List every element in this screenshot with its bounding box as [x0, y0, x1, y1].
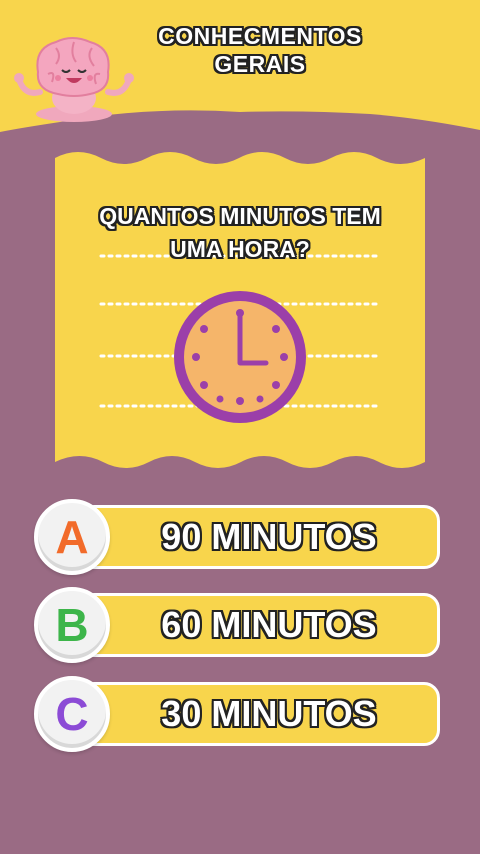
- answer-option-c[interactable]: C 30 MINUTOS: [34, 676, 446, 752]
- answer-c-letter: C: [55, 688, 89, 740]
- question-text: QUANTOS MINUTOS TEM UMA HORA?: [60, 200, 420, 266]
- answer-b-text: 60 MINUTOS: [161, 604, 377, 645]
- answer-a-letter: A: [55, 511, 89, 563]
- answer-b-letter: B: [55, 599, 89, 651]
- answer-a-text: 90 MINUTOS: [161, 516, 377, 557]
- clock-icon: [174, 291, 306, 423]
- title-line-1: CONHECMENTOS: [158, 23, 362, 49]
- answer-c-letter-badge[interactable]: C: [34, 676, 110, 752]
- title-line-2: GERAIS: [214, 51, 306, 77]
- page-title: CONHECMENTOS GERAIS: [100, 22, 420, 78]
- answer-a-letter-badge[interactable]: A: [34, 499, 110, 575]
- answer-c-text: 30 MINUTOS: [161, 693, 377, 734]
- question-line-2: UMA HORA?: [170, 236, 310, 262]
- answer-option-b[interactable]: B 60 MINUTOS: [34, 587, 446, 663]
- answer-option-a[interactable]: A 90 MINUTOS: [34, 499, 446, 575]
- answer-b-letter-badge[interactable]: B: [34, 587, 110, 663]
- question-line-1: QUANTOS MINUTOS TEM: [99, 203, 381, 229]
